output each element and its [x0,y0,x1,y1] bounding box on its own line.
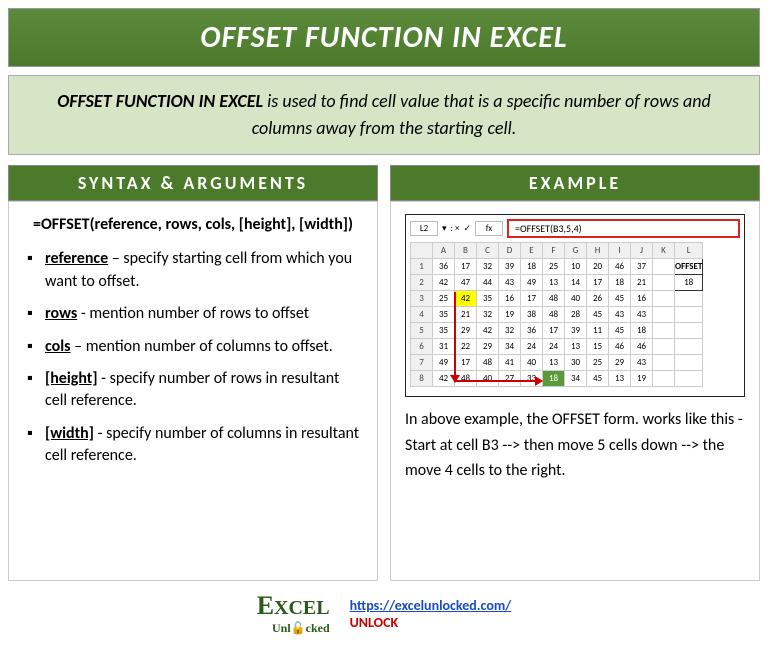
footer: EXCEL Unl🔓cked https://excelunlocked.com… [8,591,760,636]
arg-name: reference [45,249,108,268]
formula-bar: =OFFSET(B3,5,4) [507,219,740,238]
example-column: EXAMPLE L2 ▾ : × ✓ fx =OFFSET(B3,5,4) AB… [390,165,760,581]
arrow-right-icon [454,380,542,382]
fx-check-icon: ✓ [463,223,471,234]
intro-text: is used to find cell value that is a spe… [252,90,711,139]
syntax-header: SYNTAX & ARGUMENTS [8,165,378,201]
arg-desc: – mention number of columns to offset. [71,337,333,356]
arg-name: [width] [45,424,94,443]
arg-item: cols – mention number of columns to offs… [27,336,363,358]
example-explanation: In above example, the OFFSET form. works… [405,407,745,484]
args-list: reference – specify starting cell from w… [23,248,363,467]
intro-box: OFFSET FUNCTION IN EXCEL is used to find… [8,75,760,155]
arg-item: rows - mention number of rows to offset [27,303,363,325]
logo-sub: Unl🔓cked [257,621,330,636]
arg-name: rows [45,304,77,323]
intro-bold: OFFSET FUNCTION IN EXCEL [57,90,263,112]
arg-name: cols [45,337,71,356]
footer-unlock: UNLOCK [350,614,512,631]
arg-item: [height] - specify number of rows in res… [27,368,363,413]
cell-ref-box: L2 [410,221,438,236]
fx-dropdown-icon: ▾ [442,223,447,234]
arg-item: reference – specify starting cell from w… [27,248,363,293]
main-title: OFFSET FUNCTION IN EXCEL [8,8,760,67]
fx-sep: : × [451,223,460,234]
syntax-formula: =OFFSET(reference, rows, cols, [height],… [23,214,363,236]
arg-desc: - mention number of rows to offset [77,304,309,323]
syntax-column: SYNTAX & ARGUMENTS =OFFSET(reference, ro… [8,165,378,581]
logo-xcel: XCEL [274,597,330,619]
arg-name: [height] [45,369,98,388]
arrow-down-icon [454,292,456,382]
example-header: EXAMPLE [390,165,760,201]
logo-e: E [257,591,274,620]
example-spreadsheet: L2 ▾ : × ✓ fx =OFFSET(B3,5,4) ABCDEFGHIJ… [405,214,745,397]
footer-url[interactable]: https://excelunlocked.com/ [350,597,512,614]
fx-label: fx [475,221,503,236]
logo: EXCEL Unl🔓cked [257,591,330,636]
arg-item: [width] - specify number of columns in r… [27,423,363,468]
